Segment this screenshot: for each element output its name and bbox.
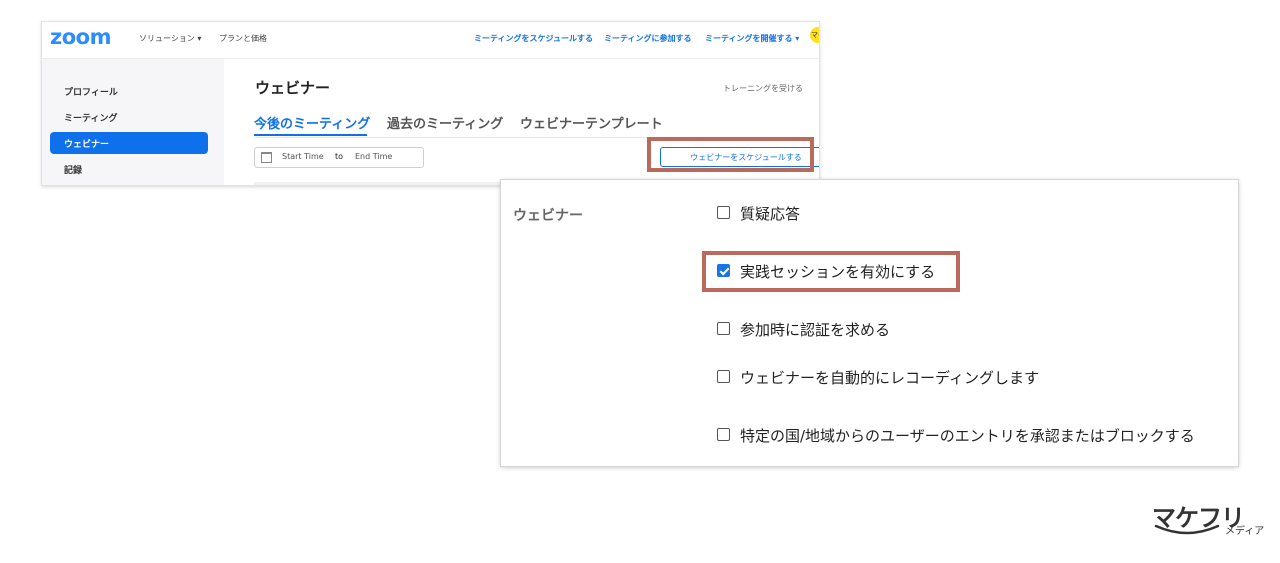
tab-bar: 今後のミーティング 過去のミーティング ウェビナーテンプレート <box>254 113 809 138</box>
smile-icon <box>1154 524 1220 535</box>
schedule-meeting-link[interactable]: ミーティングをスケジュールする <box>474 33 593 44</box>
region-block-checkbox[interactable] <box>717 428 730 441</box>
settings-section-label: ウェビナー <box>513 208 583 224</box>
date-range-picker[interactable]: Start Time to End Time <box>254 147 424 168</box>
qa-checkbox[interactable] <box>717 206 730 219</box>
option-label: 参加時に認証を求める <box>740 321 891 339</box>
avatar[interactable]: マケ <box>810 27 819 43</box>
tab-upcoming[interactable]: 今後のミーティング <box>254 113 370 132</box>
option-label: ウェビナーを自動的にレコーディングします <box>740 369 1039 387</box>
sidebar-item-profile[interactable]: プロフィール <box>64 85 118 98</box>
authentication-checkbox[interactable] <box>717 322 730 335</box>
option-label: 質疑応答 <box>740 205 801 223</box>
sidebar: プロフィール ミーティング ウェビナー 記録 <box>42 59 224 185</box>
sidebar-item-label: ウェビナー <box>64 140 110 150</box>
start-time-field[interactable]: Start Time <box>282 152 324 161</box>
nav-solutions[interactable]: ソリューション ▾ <box>139 33 201 44</box>
tab-webinar-templates[interactable]: ウェビナーテンプレート <box>520 113 663 132</box>
date-range-separator: to <box>335 152 344 161</box>
option-label: 特定の国/地域からのユーザーのエントリを承認またはブロックする <box>740 427 1195 445</box>
auto-record-checkbox[interactable] <box>717 370 730 383</box>
brand-logo: マケフリ メディア <box>1152 498 1268 542</box>
nav-pricing[interactable]: プランと価格 <box>219 33 267 44</box>
active-tab-indicator <box>254 134 367 136</box>
tab-previous[interactable]: 過去のミーティング <box>387 113 503 132</box>
join-meeting-link[interactable]: ミーティングに参加する <box>604 33 692 44</box>
sidebar-item-recordings[interactable]: 記録 <box>64 163 82 176</box>
host-meeting-link[interactable]: ミーティングを開催する ▾ <box>705 33 799 44</box>
highlight-frame-practice-session <box>702 251 960 292</box>
brand-suffix: メディア <box>1225 526 1265 537</box>
sidebar-item-webinars[interactable]: ウェビナー <box>50 132 208 154</box>
sidebar-item-meetings[interactable]: ミーティング <box>64 111 117 124</box>
webinar-settings-panel: ウェビナー 質疑応答 実践セッションを有効にする 参加時に認証を求める ウェビナ… <box>501 180 1238 466</box>
page-title: ウェビナー <box>255 79 331 97</box>
calendar-icon <box>261 152 272 163</box>
top-header: zoom ソリューション ▾ プランと価格 ミーティングをスケジュールする ミー… <box>42 22 819 59</box>
training-link[interactable]: トレーニングを受ける <box>723 83 803 94</box>
zoom-logo[interactable]: zoom <box>50 25 111 49</box>
end-time-field[interactable]: End Time <box>355 152 392 161</box>
highlight-frame-schedule <box>647 137 814 172</box>
